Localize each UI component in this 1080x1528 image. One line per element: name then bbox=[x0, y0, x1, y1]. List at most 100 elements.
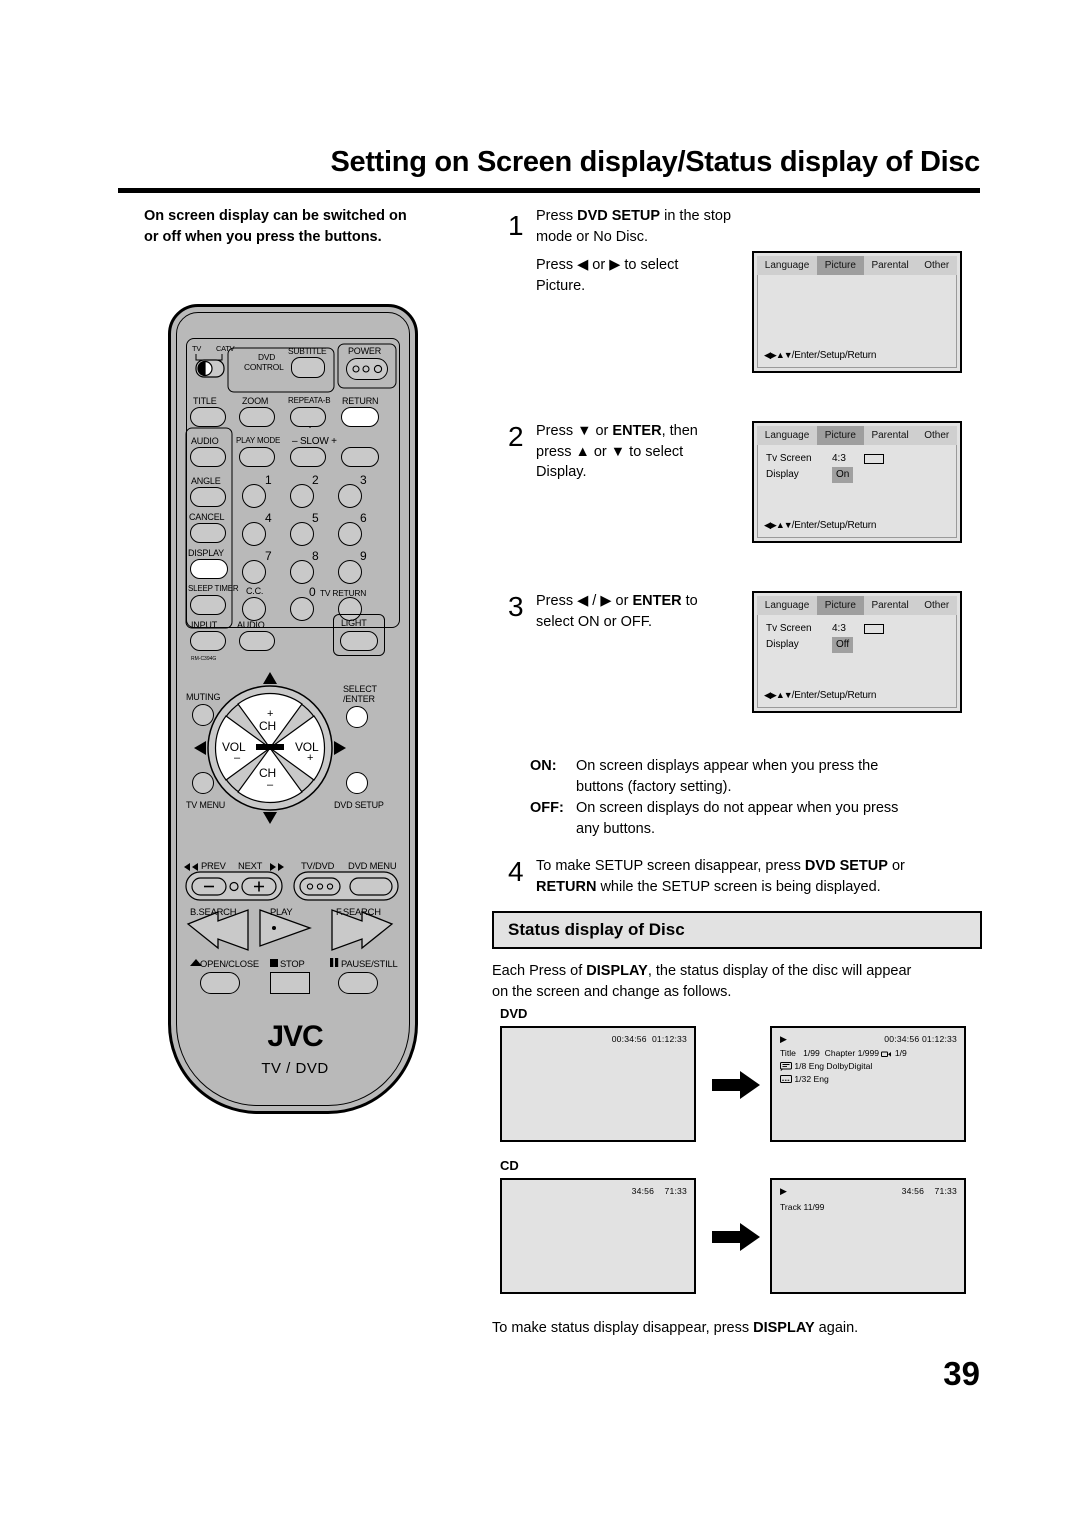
power-button[interactable] bbox=[346, 358, 388, 380]
osd-1-tabs: Language Picture Parental Other bbox=[757, 256, 958, 275]
cc-button[interactable] bbox=[242, 597, 266, 621]
angle-button[interactable] bbox=[190, 487, 226, 507]
number-5-button[interactable] bbox=[290, 522, 314, 546]
osd-3-tab-picture[interactable]: Picture bbox=[817, 596, 864, 615]
audio-button-label: AUDIO bbox=[191, 436, 219, 446]
sleep-timer-button-label: SLEEP TIMER bbox=[188, 584, 239, 593]
sleep-timer-button[interactable] bbox=[190, 595, 226, 615]
step-2-line3: Display. bbox=[536, 464, 587, 481]
display-button[interactable] bbox=[190, 559, 228, 579]
osd-2-display-value[interactable]: On bbox=[832, 467, 854, 483]
slow-plus-button[interactable] bbox=[341, 447, 379, 467]
step-4-keyword-2: RETURN bbox=[536, 878, 597, 895]
aspect-ratio-icon bbox=[864, 454, 884, 464]
osd-1-footer-text: /Enter/Setup/Return bbox=[791, 350, 877, 361]
osd-1-tab-parental[interactable]: Parental bbox=[863, 256, 917, 275]
dvd-audio-lang: Eng bbox=[808, 1061, 825, 1071]
tv-menu-button[interactable] bbox=[192, 772, 214, 794]
step-3-text: Press ◀ / ▶ or ENTER to select ON or OFF… bbox=[536, 591, 752, 632]
play-mode-button[interactable] bbox=[239, 447, 275, 467]
osd-2-tab-picture[interactable]: Picture bbox=[817, 426, 864, 445]
osd-1-tab-picture[interactable]: Picture bbox=[817, 256, 864, 275]
osd-screen-1: Language Picture Parental Other ◀▶▲▼/Ent… bbox=[752, 251, 962, 373]
cd-track-line: Track 11/99 bbox=[780, 1202, 825, 1212]
osd-2-tv-screen-value: 4:3 bbox=[832, 453, 846, 465]
step-2: 2 Press ▼ or ENTER, then press ▲ or ▼ to… bbox=[492, 421, 752, 483]
osd-3-display-value[interactable]: Off bbox=[832, 637, 854, 653]
dvd-title-value: 1/99 bbox=[803, 1048, 820, 1058]
number-8-button[interactable] bbox=[290, 560, 314, 584]
cd-screen-1-times: 34:56 71:33 bbox=[632, 1186, 687, 1196]
input-button-label: INPUT bbox=[191, 620, 218, 630]
number-3-button[interactable] bbox=[338, 484, 362, 508]
pause-still-label: PAUSE/STILL bbox=[341, 958, 398, 969]
dvd-setup-button[interactable] bbox=[346, 772, 368, 794]
osd-3-tab-language[interactable]: Language bbox=[757, 596, 818, 615]
number-4-button[interactable] bbox=[242, 522, 266, 546]
osd-1-tab-language[interactable]: Language bbox=[757, 256, 818, 275]
number-9-button[interactable] bbox=[338, 560, 362, 584]
step-2-number: 2 bbox=[508, 421, 524, 452]
osd-1-tab-other[interactable]: Other bbox=[916, 256, 958, 275]
title-button-label: TITLE bbox=[193, 396, 217, 406]
open-close-button[interactable] bbox=[200, 972, 240, 994]
osd-2-tab-other[interactable]: Other bbox=[916, 426, 958, 445]
subtitle-button[interactable] bbox=[291, 357, 325, 378]
number-6-button[interactable] bbox=[338, 522, 362, 546]
muting-button[interactable] bbox=[192, 704, 214, 726]
intro-line-2: or off when you press the buttons. bbox=[144, 229, 382, 246]
dvd-chapter-value: 1/999 bbox=[857, 1048, 880, 1058]
slow-label: – SLOW + bbox=[292, 436, 337, 447]
osd-2-tab-parental[interactable]: Parental bbox=[863, 426, 917, 445]
cancel-button[interactable] bbox=[190, 523, 226, 543]
number-0-button[interactable] bbox=[290, 597, 314, 621]
zoom-button[interactable] bbox=[239, 407, 275, 427]
input-button[interactable] bbox=[190, 631, 226, 651]
catv-label: CATV bbox=[216, 344, 235, 353]
dvd-screen-2-line-audio: 1/8 Eng DolbyDigital bbox=[780, 1061, 872, 1072]
backward-search-label: B.SEARCH bbox=[190, 906, 237, 917]
osd-3-tv-screen-key: Tv Screen bbox=[766, 623, 812, 635]
number-1-button[interactable] bbox=[242, 484, 266, 508]
step-1-line3: Picture. bbox=[536, 277, 586, 294]
select-enter-button[interactable] bbox=[346, 706, 368, 728]
prev-label: PREV bbox=[201, 860, 226, 871]
channel-down-label: CH bbox=[259, 766, 276, 780]
osd-2-footer-text: /Enter/Setup/Return bbox=[791, 520, 877, 531]
number-2-button[interactable] bbox=[290, 484, 314, 508]
dvd-screen-1-times: 00:34:56 01:12:33 bbox=[612, 1034, 687, 1044]
dvd-setup-label: DVD SETUP bbox=[334, 800, 384, 810]
pause-still-button[interactable] bbox=[338, 972, 378, 994]
number-5-label: 5 bbox=[312, 511, 319, 525]
status-display-footer: To make status display disappear, press … bbox=[492, 1318, 982, 1339]
osd-2-tab-language[interactable]: Language bbox=[757, 426, 818, 445]
play-mode-button-label: PLAY MODE bbox=[236, 436, 281, 445]
title-button[interactable] bbox=[190, 407, 226, 427]
stop-button[interactable] bbox=[270, 972, 310, 994]
osd-3-footer: ◀▶▲▼/Enter/Setup/Return bbox=[764, 690, 876, 701]
dvd-screen-2-elapsed: 00:34:56 bbox=[884, 1034, 920, 1044]
step-1-keyword: DVD SETUP bbox=[577, 208, 661, 224]
status-footer-c: again. bbox=[814, 1320, 859, 1336]
cancel-button-label: CANCEL bbox=[189, 512, 225, 522]
osd-3-display-key: Display bbox=[766, 639, 799, 651]
cc-button-label: C.C. bbox=[246, 586, 264, 596]
cd-status-screen-1: 34:56 71:33 bbox=[500, 1178, 696, 1294]
repeat-ab-button[interactable] bbox=[290, 407, 326, 427]
osd-3-tab-parental[interactable]: Parental bbox=[863, 596, 917, 615]
osd-3-row-display: Display Off bbox=[766, 637, 952, 653]
step-2-text: Press ▼ or ENTER, then press ▲ or ▼ to s… bbox=[536, 421, 752, 483]
osd-3-row-tv-screen: Tv Screen 4:3 bbox=[766, 621, 952, 637]
step-3-keyword: ENTER bbox=[632, 593, 682, 609]
audio2-button[interactable] bbox=[239, 631, 275, 651]
audio-button[interactable] bbox=[190, 447, 226, 467]
tv-return-button-label: TV RETURN bbox=[320, 588, 367, 598]
slow-minus-button[interactable] bbox=[290, 447, 326, 467]
osd-3-tab-other[interactable]: Other bbox=[916, 596, 958, 615]
status-intro-a: Each Press of bbox=[492, 963, 587, 979]
return-button[interactable] bbox=[341, 407, 379, 427]
light-button[interactable] bbox=[340, 631, 378, 651]
osd-2-display-key: Display bbox=[766, 469, 799, 481]
number-7-button[interactable] bbox=[242, 560, 266, 584]
display-button-label: DISPLAY bbox=[188, 548, 224, 558]
